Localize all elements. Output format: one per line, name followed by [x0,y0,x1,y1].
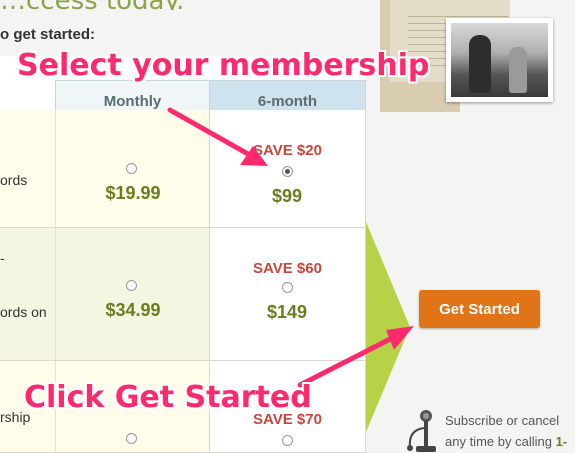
annotation-select-membership: Select your membership [17,48,430,83]
annotation-click-get-started: Click Get Started [24,380,312,415]
